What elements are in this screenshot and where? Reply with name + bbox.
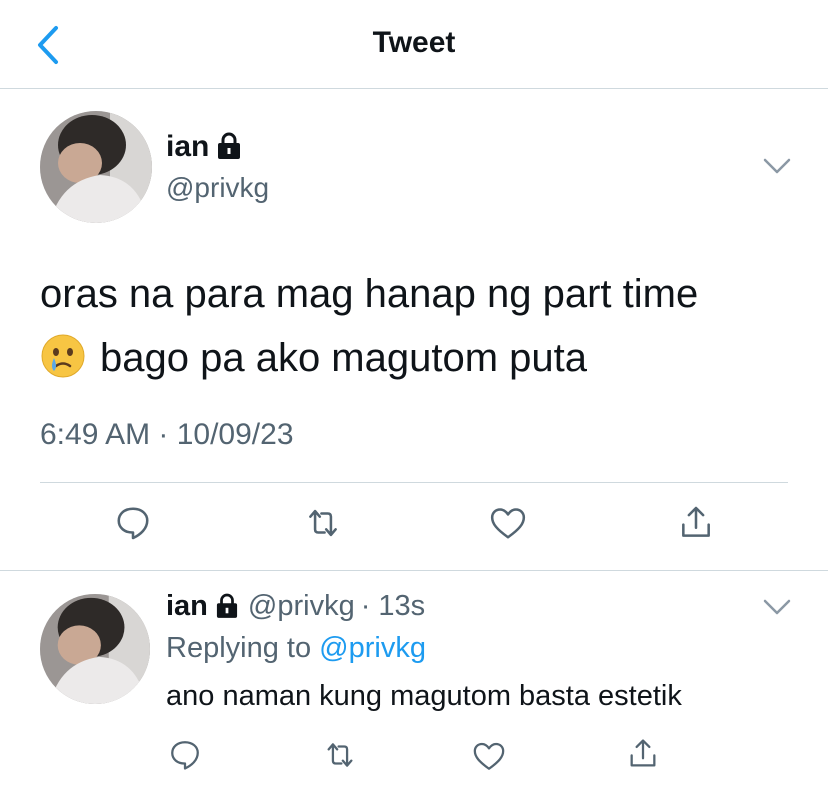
replying-to-handle-link[interactable]: @privkg — [319, 632, 426, 664]
lock-icon — [216, 593, 238, 626]
share-button[interactable] — [677, 503, 715, 543]
chevron-down-icon — [763, 599, 791, 615]
author-handle[interactable]: @privkg — [166, 172, 269, 204]
more-options-button[interactable] — [762, 598, 792, 616]
avatar[interactable] — [40, 111, 152, 223]
like-button[interactable] — [489, 505, 527, 541]
tweet-text-line-2: bago pa ako magutom puta — [40, 326, 800, 390]
share-button[interactable] — [626, 736, 660, 772]
replying-to-label: Replying to — [166, 632, 312, 664]
tweet-text-line-2-text: bago pa ako magutom puta — [100, 336, 588, 380]
divider — [0, 570, 828, 571]
reply-button[interactable] — [114, 504, 152, 542]
heart-icon — [490, 508, 526, 539]
retweet-icon — [327, 743, 353, 767]
share-icon — [630, 739, 656, 767]
retweet-button[interactable] — [303, 504, 343, 542]
reply-author-handle: @privkg — [247, 590, 355, 622]
avatar[interactable] — [40, 594, 150, 704]
tweet-author-name-row[interactable]: ian — [166, 130, 241, 167]
reply-icon — [171, 741, 199, 770]
reply-header[interactable]: ian @privkg · 13s — [166, 590, 425, 626]
divider — [40, 482, 788, 483]
heart-icon — [473, 742, 505, 770]
reply-author-name: ian — [166, 590, 208, 622]
tweet-timestamp[interactable]: 6:49 AM · 10/09/23 — [40, 418, 294, 452]
retweet-icon — [309, 509, 337, 537]
reply-button[interactable] — [168, 738, 202, 772]
replying-to: Replying to @privkg — [166, 632, 426, 665]
share-icon — [682, 506, 710, 537]
reply-text: ano naman kung magutom basta estetik — [166, 680, 682, 712]
retweet-button[interactable] — [322, 738, 358, 772]
lock-icon — [217, 132, 241, 167]
reply-age: · 13s — [360, 590, 426, 622]
author-name: ian — [166, 130, 210, 163]
tweet-text: oras na para mag hanap ng part time bago… — [40, 262, 800, 390]
page-title: Tweet — [372, 26, 456, 59]
chevron-down-icon — [763, 158, 791, 174]
more-options-button[interactable] — [762, 157, 792, 175]
reply-icon — [117, 507, 149, 540]
like-button[interactable] — [472, 740, 506, 772]
tweet-text-line-1: oras na para mag hanap ng part time — [40, 272, 699, 316]
crying-face-emoji — [40, 333, 86, 379]
